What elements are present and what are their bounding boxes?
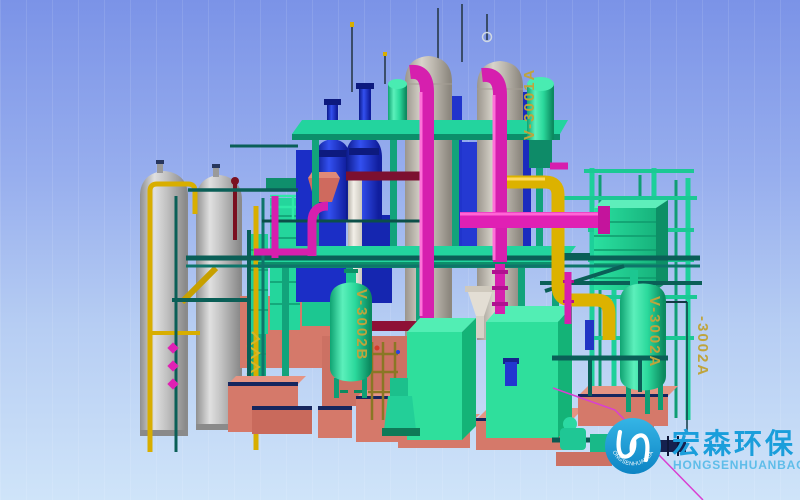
tag-pump-3002a: -3002A (694, 316, 711, 377)
tag-v3002a: V-3002A (646, 296, 663, 368)
valve-handles (167, 342, 178, 389)
green-tank-box-2 (486, 306, 572, 438)
tag-v3002b: V-3002B (353, 289, 370, 361)
scene-canvas: V-3001A V-3002B V-3002A -3002A HONGSENHU… (0, 0, 800, 500)
tag-v3001a: V-3001A (521, 68, 538, 140)
logo-name-cn: 宏森环保 (672, 427, 796, 459)
logo-name-en: HONGSENHUANBAO (673, 458, 800, 472)
plant-3d-render: V-3001A V-3002B V-3002A -3002A HONGSENHU… (0, 0, 800, 500)
green-drum-small (388, 79, 407, 120)
green-tank-box-1 (407, 318, 476, 440)
